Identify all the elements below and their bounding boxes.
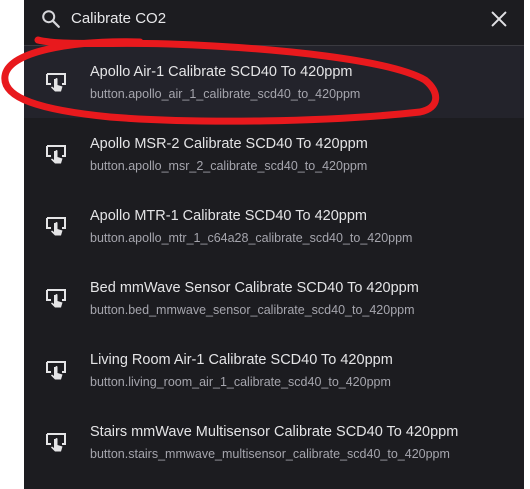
close-icon[interactable] <box>488 8 510 30</box>
result-entity-id: button.stairs_mmwave_multisensor_calibra… <box>90 447 450 461</box>
result-title: Bed mmWave Sensor Calibrate SCD40 To 420… <box>90 280 419 296</box>
search-icon <box>42 10 60 28</box>
result-title: Living Room Air-1 Calibrate SCD40 To 420… <box>90 352 393 368</box>
list-item[interactable]: Bed mmWave Sensor Calibrate SCD40 To 420… <box>24 262 524 334</box>
list-item[interactable]: Apollo MTR-1 Calibrate SCD40 To 420ppm b… <box>24 190 524 262</box>
page-background-right <box>524 0 530 489</box>
gesture-tap-button-icon <box>46 289 66 308</box>
quick-bar-dialog: Apollo Air-1 Calibrate SCD40 To 420ppm b… <box>24 0 524 489</box>
list-item[interactable]: Stairs mmWave Multisensor Calibrate SCD4… <box>24 406 524 478</box>
gesture-tap-button-icon <box>46 217 66 236</box>
result-title: Apollo Air-1 Calibrate SCD40 To 420ppm <box>90 64 353 80</box>
search-bar <box>24 0 524 46</box>
gesture-tap-button-icon <box>46 433 66 452</box>
result-title: Stairs mmWave Multisensor Calibrate SCD4… <box>90 424 459 440</box>
results-list: Apollo Air-1 Calibrate SCD40 To 420ppm b… <box>24 46 524 478</box>
result-entity-id: button.apollo_air_1_calibrate_scd40_to_4… <box>90 87 361 101</box>
result-title: Apollo MSR-2 Calibrate SCD40 To 420ppm <box>90 136 368 152</box>
list-item[interactable]: Apollo MSR-2 Calibrate SCD40 To 420ppm b… <box>24 118 524 190</box>
search-input[interactable] <box>71 6 471 30</box>
list-item[interactable]: Living Room Air-1 Calibrate SCD40 To 420… <box>24 334 524 406</box>
gesture-tap-button-icon <box>46 361 66 380</box>
gesture-tap-button-icon <box>46 73 66 92</box>
result-entity-id: button.apollo_msr_2_calibrate_scd40_to_4… <box>90 159 368 173</box>
gesture-tap-button-icon <box>46 145 66 164</box>
list-item[interactable]: Apollo Air-1 Calibrate SCD40 To 420ppm b… <box>24 46 524 118</box>
result-entity-id: button.bed_mmwave_sensor_calibrate_scd40… <box>90 303 415 317</box>
result-entity-id: button.living_room_air_1_calibrate_scd40… <box>90 375 391 389</box>
result-entity-id: button.apollo_mtr_1_c64a28_calibrate_scd… <box>90 231 413 245</box>
result-title: Apollo MTR-1 Calibrate SCD40 To 420ppm <box>90 208 367 224</box>
page-background-left <box>0 0 24 489</box>
